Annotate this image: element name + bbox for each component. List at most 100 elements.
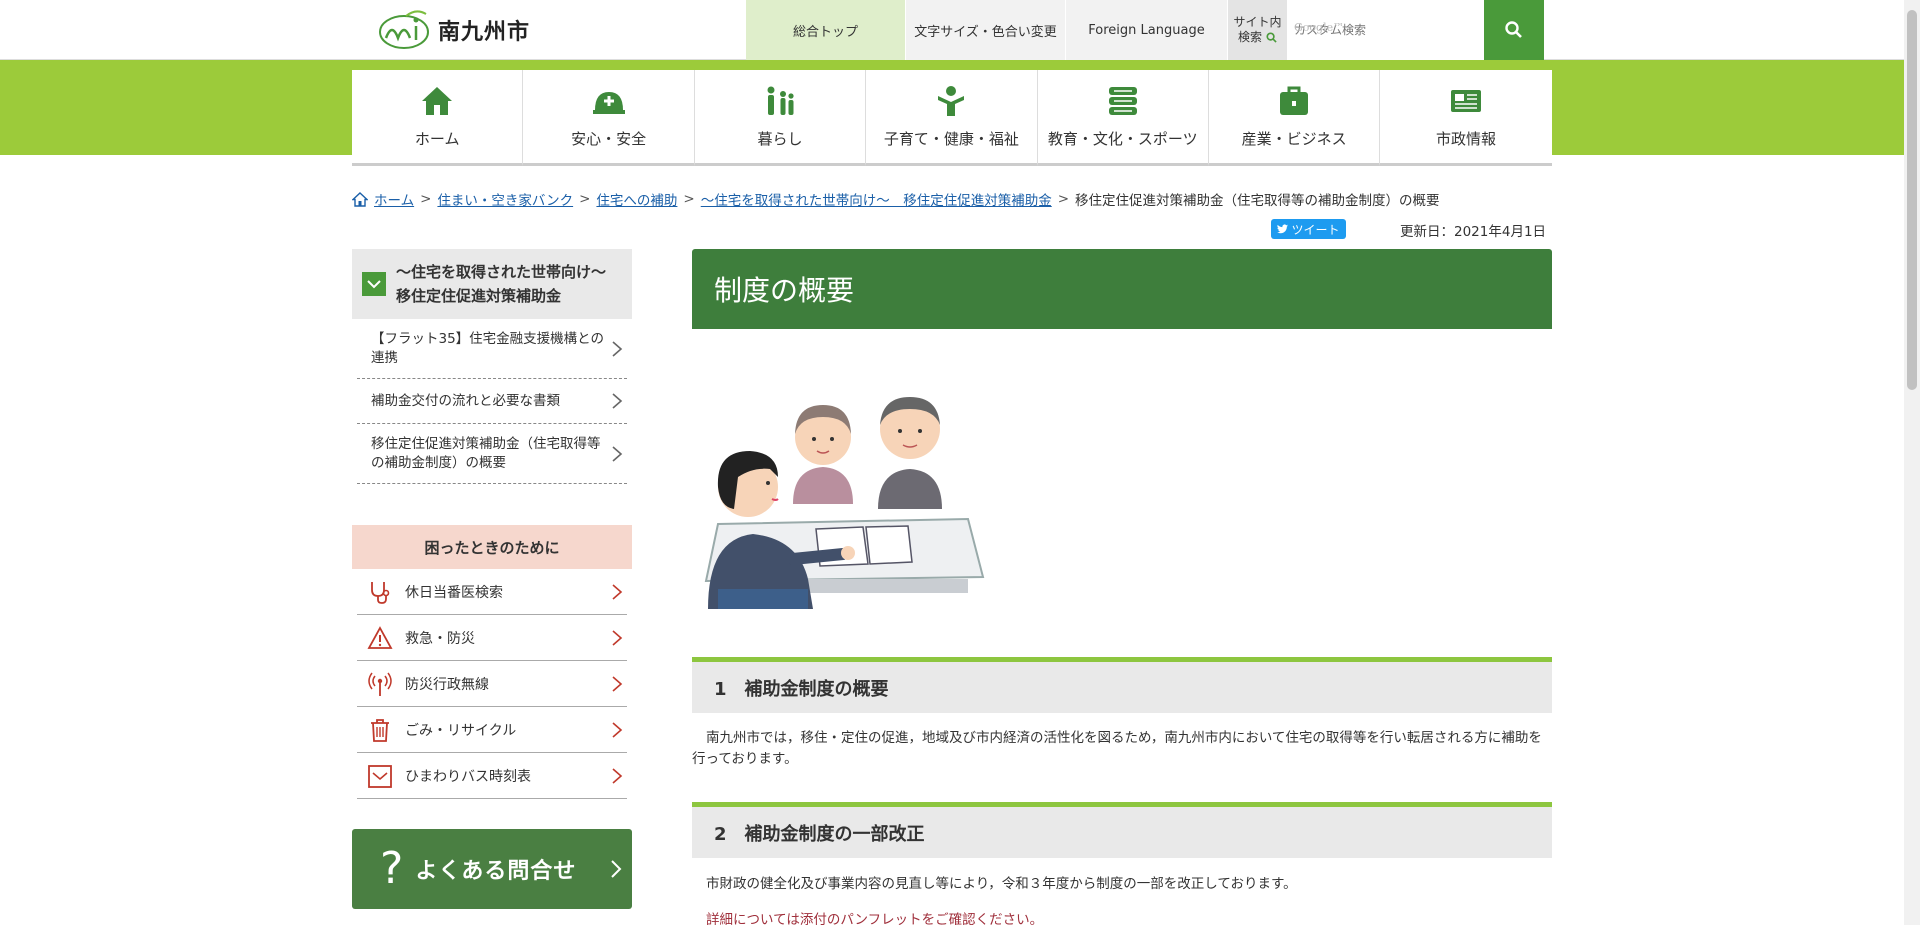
- search-box: Google™: [1288, 0, 1484, 60]
- chevron-right-icon: [611, 860, 622, 878]
- trouble-item-bus-timetable[interactable]: ひまわりバス時刻表: [357, 753, 627, 799]
- logo-text: 南九州市: [438, 20, 531, 45]
- briefcase-icon: [1280, 86, 1309, 115]
- trouble-item-holiday-doctor[interactable]: 休日当番医検索: [357, 569, 627, 615]
- antenna-icon: [368, 672, 392, 696]
- main-nav-home[interactable]: ホーム: [352, 70, 524, 166]
- utility-nav: 総合トップ 文字サイズ・色合い変更 Foreign Language サイト内 …: [746, 0, 1544, 60]
- faq-label: よくある問合せ: [415, 859, 577, 884]
- faq-button[interactable]: ? よくある問合せ: [352, 829, 632, 909]
- breadcrumb-link[interactable]: ホーム: [374, 189, 414, 209]
- top-link-home[interactable]: 総合トップ: [746, 0, 906, 60]
- main-nav-living[interactable]: 暮らし: [694, 70, 867, 166]
- main-nav-education-culture-sports[interactable]: 教育・文化・スポーツ: [1037, 70, 1209, 166]
- sidebar-item-label: 移住定住促進対策補助金（住宅取得等の補助金制度）の概要: [371, 435, 601, 471]
- site-header: 南九州市 総合トップ 文字サイズ・色合い変更 Foreign Language …: [0, 0, 1904, 60]
- logo-mark-icon: [379, 10, 429, 49]
- search-icon: [1505, 21, 1522, 38]
- sidebar-item-flow-documents[interactable]: 補助金交付の流れと必要な書類: [357, 379, 627, 424]
- main-nav-label: 子育て・健康・福祉: [883, 130, 1019, 148]
- page: 南九州市 総合トップ 文字サイズ・色合い変更 Foreign Language …: [0, 0, 1920, 925]
- chevron-right-icon: [612, 767, 623, 784]
- sidebar-item-label: 【フラット35】住宅金融支援機構との連携: [371, 330, 605, 366]
- page-scrollbar[interactable]: [1904, 0, 1920, 925]
- trouble-item-garbage[interactable]: ごみ・リサイクル: [357, 707, 627, 753]
- sidebar-item-overview[interactable]: 移住定住促進対策補助金（住宅取得等の補助金制度）の概要: [357, 424, 627, 484]
- trouble-item-label: ひまわりバス時刻表: [405, 768, 531, 785]
- main-nav-industry-business[interactable]: 産業・ビジネス: [1208, 70, 1381, 166]
- breadcrumb-current: 移住定住促進対策補助金（住宅取得等の補助金制度）の概要: [1075, 193, 1440, 209]
- question-icon: ?: [380, 843, 404, 894]
- main-content: 制度の概要 1 補助金制度の概要 南九州市では，移住・定住の促進，地域及び市内経…: [692, 249, 1552, 925]
- section-text-2: 市財政の健全化及び事業内容の見直し等により，令和３年度から制度の一部を改正してお…: [706, 876, 1297, 892]
- trash-icon: [371, 718, 389, 742]
- page-title: 制度の概要: [692, 249, 1552, 329]
- chevron-down-icon: [362, 272, 386, 296]
- section-heading-1: 1 補助金制度の概要: [692, 657, 1552, 713]
- sidebar-heading[interactable]: ～住宅を取得された世帯向け～ 移住定住促進対策補助金: [352, 249, 632, 319]
- main-nav-label: 市政情報: [1436, 130, 1497, 148]
- search-button[interactable]: [1484, 0, 1544, 60]
- trouble-item-emergency[interactable]: 救急・防災: [357, 615, 627, 661]
- sidebar-heading-text: ～住宅を取得された世帯向け～ 移住定住促進対策補助金: [396, 263, 622, 305]
- home-outline-icon: [352, 191, 368, 207]
- chevron-right-icon: [612, 393, 623, 409]
- trouble-item-label: 休日当番医検索: [405, 584, 503, 601]
- main-nav-label: 教育・文化・スポーツ: [1047, 130, 1198, 148]
- twitter-bird-icon: [1277, 224, 1289, 234]
- calendar-icon: [368, 764, 392, 788]
- breadcrumb-link[interactable]: 住まい・空き家バンク: [437, 189, 573, 209]
- trouble-item-label: 防災行政無線: [405, 676, 489, 693]
- main-nav-city-info[interactable]: 市政情報: [1380, 70, 1552, 166]
- tweet-button[interactable]: ツイート: [1271, 219, 1346, 239]
- top-link-foreign-language[interactable]: Foreign Language: [1066, 0, 1228, 60]
- trouble-section: 困ったときのために 休日当番医検索 救急・防災 防災行政無線 ごみ・リサイクル …: [352, 525, 632, 799]
- newspaper-icon: [1451, 90, 1482, 112]
- home-icon: [422, 87, 453, 115]
- main-nav-label: 産業・ビジネス: [1241, 130, 1347, 148]
- main-nav: ホーム 安心・安全 暮らし 子育て・健康・福祉 教育・文化・スポーツ 産業・ビジ…: [352, 70, 1552, 166]
- family-icon: [767, 86, 794, 115]
- sidebar-list: 【フラット35】住宅金融支援機構との連携 補助金交付の流れと必要な書類 移住定住…: [357, 319, 627, 484]
- google-brand: Google™: [1294, 21, 1345, 34]
- main-nav-safety[interactable]: 安心・安全: [523, 70, 695, 166]
- breadcrumb-separator: >: [420, 191, 432, 207]
- trouble-heading: 困ったときのために: [352, 525, 632, 569]
- trouble-item-label: 救急・防災: [405, 630, 475, 647]
- section-heading-2: 2 補助金制度の一部改正: [692, 802, 1552, 858]
- chevron-right-icon: [612, 445, 623, 462]
- chevron-right-icon: [612, 675, 623, 692]
- breadcrumb-separator: >: [1057, 191, 1070, 207]
- breadcrumb-link[interactable]: 住宅への補助: [596, 189, 677, 209]
- breadcrumb-separator: >: [579, 191, 591, 207]
- trouble-item-disaster-radio[interactable]: 防災行政無線: [357, 661, 627, 707]
- breadcrumb-separator: >: [683, 191, 695, 207]
- main-nav-label: 安心・安全: [571, 130, 647, 148]
- section-text-1: 南九州市では，移住・定住の促進，地域及び市内経済の活性化を図るため，南九州市内に…: [692, 730, 1542, 767]
- main-nav-label: ホーム: [414, 130, 460, 148]
- chevron-right-icon: [612, 583, 623, 600]
- sidebar-item-flat35[interactable]: 【フラット35】住宅金融支援機構との連携: [357, 319, 627, 379]
- site-search-label-line2: 検索: [1237, 30, 1262, 44]
- tweet-label: ツイート: [1291, 222, 1340, 237]
- books-icon: [1108, 87, 1137, 115]
- consultation-illustration: [704, 397, 985, 609]
- pamphlet-note: 詳細については添付のパンフレットをご確認ください。: [706, 912, 1044, 925]
- main-nav-child-health-welfare[interactable]: 子育て・健康・福祉: [866, 70, 1038, 166]
- breadcrumb: ホーム > 住まい・空き家バンク > 住宅への補助 > ～住宅を取得された世帯向…: [352, 189, 1440, 209]
- scrollbar-thumb[interactable]: [1907, 10, 1917, 390]
- small-search-icon: [1266, 32, 1277, 43]
- chevron-right-icon: [612, 629, 623, 646]
- breadcrumb-link[interactable]: ～住宅を取得された世帯向け～ 移住定住促進対策補助金: [701, 189, 1052, 209]
- site-logo[interactable]: 南九州市: [376, 8, 530, 52]
- sidebar-local-nav: ～住宅を取得された世帯向け～ 移住定住促進対策補助金 【フラット35】住宅金融支…: [352, 249, 632, 484]
- chevron-right-icon: [612, 721, 623, 738]
- site-search-label-line1: サイト内: [1233, 15, 1282, 29]
- stethoscope-icon: [371, 581, 390, 604]
- updated-date: 更新日：2021年4月1日: [1400, 224, 1547, 240]
- main-nav-label: 暮らし: [757, 130, 803, 148]
- sidebar-item-label: 補助金交付の流れと必要な書類: [371, 392, 560, 409]
- child-icon: [938, 86, 965, 116]
- trouble-item-label: ごみ・リサイクル: [405, 722, 517, 739]
- top-link-font-color[interactable]: 文字サイズ・色合い変更: [906, 0, 1066, 60]
